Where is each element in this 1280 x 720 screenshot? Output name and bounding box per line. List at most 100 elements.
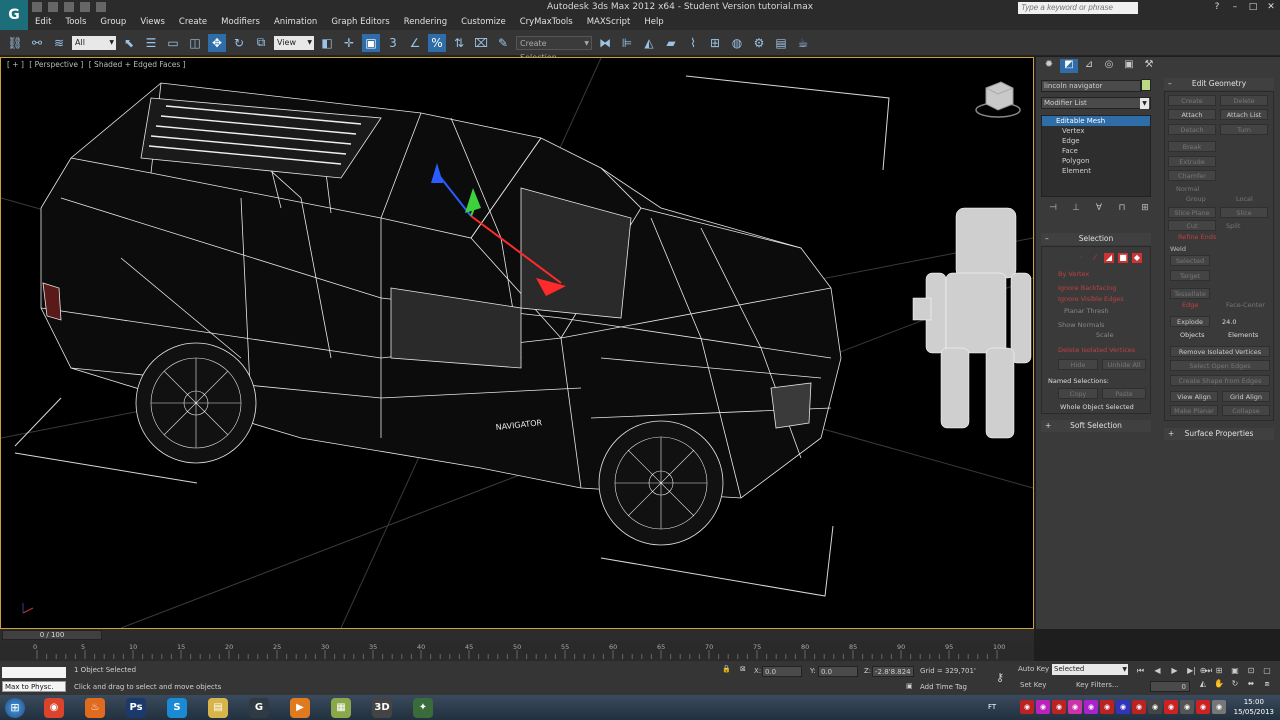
menu-create[interactable]: Create	[172, 16, 214, 30]
taskbar-app-3dsmax[interactable]: G	[242, 696, 276, 720]
surface-properties-rollout-header[interactable]: Surface Properties	[1164, 428, 1274, 440]
edge-level-icon[interactable]: ⁄	[1090, 253, 1100, 263]
start-button[interactable]: ⊞	[0, 696, 30, 720]
modifier-list-dropdown[interactable]: Modifier List	[1041, 97, 1151, 109]
key-filters-button[interactable]: Key Filters...	[1076, 681, 1119, 689]
select-object-icon[interactable]: ⬉	[120, 34, 138, 52]
set-key-button[interactable]: Set Key	[1020, 681, 1046, 689]
pan-icon[interactable]: ✋	[1212, 678, 1226, 689]
group-radio[interactable]: Group	[1186, 195, 1206, 203]
x-coordinate-field[interactable]: 0.0	[762, 666, 802, 677]
taskbar-app-skype[interactable]: S	[160, 696, 194, 720]
go-to-start-icon[interactable]: ⏮	[1134, 665, 1147, 676]
tray-app-icon[interactable]: ◉	[1148, 700, 1162, 714]
z-coordinate-field[interactable]: -2.8'8.824	[872, 666, 914, 677]
configure-modifier-sets-icon[interactable]: ⊞	[1138, 203, 1152, 215]
walk-through-icon[interactable]: ⬌	[1244, 678, 1258, 689]
language-indicator[interactable]: FT	[988, 703, 996, 711]
local-radio[interactable]: Local	[1236, 195, 1253, 203]
soft-selection-rollout-header[interactable]: Soft Selection	[1041, 420, 1151, 432]
make-unique-icon[interactable]: ∀	[1092, 203, 1106, 215]
named-selection-icon[interactable]: ✎	[494, 34, 512, 52]
curve-editor-icon[interactable]: ⌇	[684, 34, 702, 52]
select-and-rotate-icon[interactable]: ↻	[230, 34, 248, 52]
object-name-field[interactable]: lincoln navigator	[1041, 80, 1141, 92]
tray-app-icon[interactable]: ◉	[1180, 700, 1194, 714]
turn-button[interactable]: Turn	[1220, 124, 1268, 135]
vertex-level-icon[interactable]: ·	[1076, 253, 1086, 263]
time-slider-thumb[interactable]: 0 / 100	[2, 630, 102, 640]
tray-app-icon[interactable]: ◉	[1020, 700, 1034, 714]
face-level-icon[interactable]: ◢	[1104, 253, 1114, 263]
pivot-center-icon[interactable]: ◧	[318, 34, 336, 52]
named-selection-set-dropdown[interactable]: Create Selection	[516, 35, 592, 62]
y-coordinate-field[interactable]: 0.0	[818, 666, 858, 677]
menu-graph-editors[interactable]: Graph Editors	[324, 16, 396, 30]
tray-app-icon[interactable]: ◉	[1212, 700, 1226, 714]
tray-app-icon[interactable]: ◉	[1164, 700, 1178, 714]
hierarchy-tab-icon[interactable]: ⊿	[1080, 59, 1098, 73]
percent-snap-icon[interactable]: %	[428, 33, 446, 52]
edit-named-selections-icon[interactable]: ⌧	[472, 34, 490, 52]
car-wireframe-model[interactable]	[40, 82, 842, 546]
app-logo-button[interactable]: G	[0, 0, 28, 30]
copy-button[interactable]: Copy	[1058, 388, 1098, 399]
align-icon[interactable]: ⊫	[618, 34, 636, 52]
bind-space-warp-icon[interactable]: ≋	[50, 34, 68, 52]
ignore-visible-edges-checkbox[interactable]: Ignore Visible Edges	[1058, 295, 1124, 303]
attach-list-button[interactable]: Attach List	[1220, 109, 1268, 120]
taskbar-app-folder[interactable]: ▦	[324, 696, 358, 720]
maximize-icon[interactable]: □	[1244, 0, 1262, 14]
menu-rendering[interactable]: Rendering	[397, 16, 454, 30]
slice-button[interactable]: Slice	[1220, 207, 1268, 218]
key-mode-dropdown[interactable]: Selected	[1052, 664, 1128, 675]
stack-item-element[interactable]: Element	[1042, 166, 1150, 176]
minimize-icon[interactable]: –	[1226, 0, 1244, 14]
explode-angle-field[interactable]: 24.0	[1222, 318, 1236, 326]
selection-filter-dropdown[interactable]: All	[72, 35, 116, 50]
ignore-backfacing-checkbox[interactable]: Ignore Backfacing	[1058, 284, 1116, 292]
menu-animation[interactable]: Animation	[267, 16, 324, 30]
collapse-button[interactable]: Collapse	[1222, 405, 1270, 416]
create-tab-icon[interactable]: ✹	[1040, 59, 1058, 73]
slice-plane-button[interactable]: Slice Plane	[1168, 207, 1216, 218]
rendered-frame-window-icon[interactable]: ▤	[772, 34, 790, 52]
refine-ends-checkbox[interactable]: Refine Ends	[1178, 233, 1216, 241]
menu-modifiers[interactable]: Modifiers	[214, 16, 267, 30]
create-shape-from-edges-button[interactable]: Create Shape from Edges	[1170, 375, 1270, 386]
zoom-all-icon[interactable]: ⊞	[1212, 665, 1226, 676]
elements-radio[interactable]: Elements	[1228, 331, 1258, 339]
remove-modifier-icon[interactable]: ⊓	[1115, 203, 1129, 215]
tray-app-icon[interactable]: ◉	[1068, 700, 1082, 714]
select-by-name-icon[interactable]: ☰	[142, 34, 160, 52]
stack-item-face[interactable]: Face	[1042, 146, 1150, 156]
pin-stack-icon[interactable]: ⊣	[1046, 203, 1060, 215]
show-end-result-icon[interactable]: ⊥	[1069, 203, 1083, 215]
weld-target-button[interactable]: Target	[1170, 270, 1210, 281]
perspective-viewport[interactable]: [ + ] [ Perspective ] [ Shaded + Edged F…	[0, 57, 1034, 629]
system-clock[interactable]: 15:00 15/05/2013	[1234, 697, 1274, 717]
time-slider[interactable]: 0 / 100	[0, 629, 1034, 641]
selection-rollout-header[interactable]: Selection	[1041, 233, 1151, 245]
hide-button[interactable]: Hide	[1058, 359, 1098, 370]
field-of-view-icon[interactable]: ◭	[1196, 678, 1210, 689]
search-input[interactable]	[1018, 2, 1138, 14]
motion-tab-icon[interactable]: ◎	[1100, 59, 1118, 73]
edit-geometry-rollout-header[interactable]: Edit Geometry	[1164, 78, 1274, 90]
delete-isolated-checkbox[interactable]: Delete Isolated Vertices	[1058, 346, 1135, 354]
maximize-toggle-icon[interactable]: ⧈	[1260, 678, 1274, 689]
viewport-label[interactable]: [ + ] [ Perspective ] [ Shaded + Edged F…	[7, 60, 189, 69]
cut-button[interactable]: Cut	[1168, 220, 1216, 231]
make-planar-button[interactable]: Make Planar	[1170, 405, 1218, 416]
taskbar-app-media-player[interactable]: ▶	[283, 696, 317, 720]
unlink-icon[interactable]: ⚯	[28, 34, 46, 52]
viewcube[interactable]	[975, 81, 1021, 118]
menu-help[interactable]: Help	[637, 16, 670, 30]
stack-item-polygon[interactable]: Polygon	[1042, 156, 1150, 166]
taskbar-app-app-3d[interactable]: 3D	[365, 696, 399, 720]
stack-item-editable-mesh[interactable]: Editable Mesh	[1042, 116, 1150, 126]
modify-tab-icon[interactable]: ◩	[1060, 59, 1078, 73]
tray-app-icon[interactable]: ◉	[1196, 700, 1210, 714]
tessellate-button[interactable]: Tessellate	[1170, 288, 1210, 299]
render-production-icon[interactable]: ☕	[794, 34, 812, 52]
